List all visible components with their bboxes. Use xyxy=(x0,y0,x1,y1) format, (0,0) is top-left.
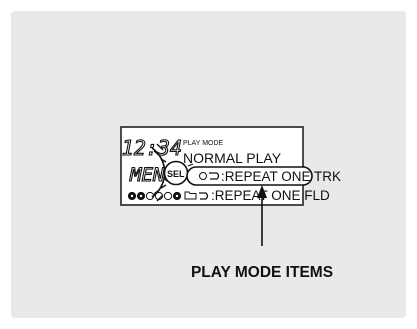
sel-label: SEL xyxy=(167,169,185,179)
menu-item-repeat-one-fld: :REPEAT ONE FLD xyxy=(211,188,330,203)
menu-item-normal-play: NORMAL PLAY xyxy=(183,150,282,166)
display-diagram: 12:34 MENU SEL PLAY MODE NORMAL PLAY :RE… xyxy=(120,126,341,281)
clock-readout: 12:34 xyxy=(122,136,182,160)
callout-arrow xyxy=(257,185,267,246)
menu-item-repeat-one-trk: :REPEAT ONE TRK xyxy=(221,169,341,184)
play-mode-header: PLAY MODE xyxy=(183,140,224,147)
callout-label: PLAY MODE ITEMS xyxy=(191,264,333,281)
